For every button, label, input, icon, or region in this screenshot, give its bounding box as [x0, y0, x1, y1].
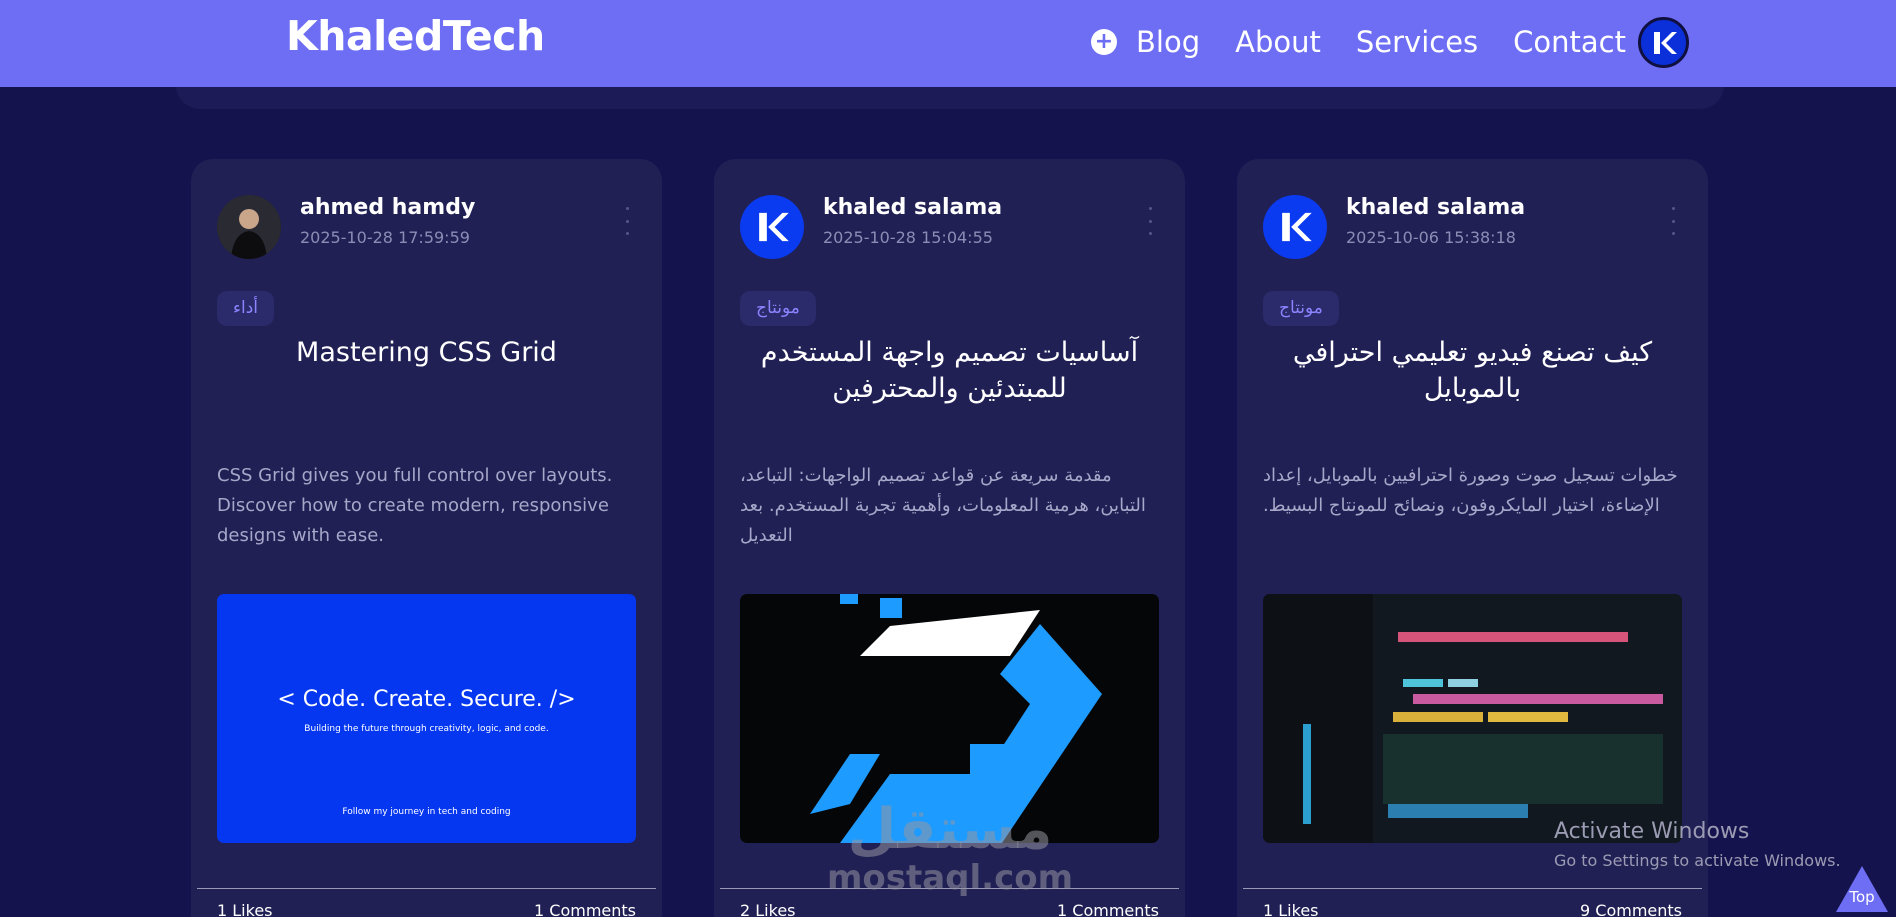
likes-count[interactable]: 2 Likes: [740, 901, 796, 917]
comments-count[interactable]: 1 Comments: [534, 901, 636, 917]
more-options-icon[interactable]: [1668, 207, 1678, 235]
k-logo-icon: [1653, 31, 1677, 54]
author-name[interactable]: khaled salama: [1346, 195, 1525, 220]
thumbnail-headline: < Code. Create. Secure. />: [277, 687, 576, 712]
watermark-arabic: مستقل: [847, 797, 1053, 862]
thumbnail-subline: Building the future through creativity, …: [304, 724, 549, 734]
scroll-top-label: Top: [1849, 888, 1875, 906]
mostaql-watermark: مستقل mostaql.com: [820, 797, 1080, 898]
likes-count[interactable]: 1 Likes: [1263, 901, 1319, 917]
post-card[interactable]: ahmed hamdy 2025-10-28 17:59:59 أداء Mas…: [191, 159, 662, 917]
post-thumbnail[interactable]: [1263, 594, 1682, 843]
card-divider: [1243, 888, 1702, 889]
comments-count[interactable]: 1 Comments: [1057, 901, 1159, 917]
post-date: 2025-10-28 15:04:55: [823, 228, 993, 247]
more-options-icon[interactable]: [622, 207, 632, 235]
likes-count[interactable]: 1 Likes: [217, 901, 273, 917]
person-photo-icon: [217, 195, 281, 259]
post-excerpt: CSS Grid gives you full control over lay…: [217, 465, 613, 546]
post-date: 2025-10-28 17:59:59: [300, 228, 470, 247]
post-thumbnail[interactable]: < Code. Create. Secure. /> Building the …: [217, 594, 636, 843]
author-name[interactable]: ahmed hamdy: [300, 195, 475, 220]
nav-links: + Blog About Services Contact: [1091, 22, 1661, 62]
scroll-top-button[interactable]: Top: [1836, 866, 1888, 912]
thumbnail-footer: Follow my journey in tech and coding: [342, 807, 511, 817]
post-title[interactable]: Mastering CSS Grid: [231, 335, 622, 371]
nav-about[interactable]: About: [1235, 25, 1321, 59]
watermark-latin: mostaql.com: [826, 858, 1074, 898]
add-post-icon[interactable]: +: [1091, 29, 1117, 55]
category-tag[interactable]: أداء: [217, 291, 275, 326]
post-card[interactable]: khaled salama 2025-10-06 15:38:18 مونتاج…: [1237, 159, 1708, 917]
k-logo-icon: [1282, 212, 1312, 242]
site-logo[interactable]: KhaledTech: [286, 12, 545, 60]
author-avatar[interactable]: [740, 195, 804, 259]
video-editor-image: [1263, 594, 1682, 843]
k-logo-icon: [759, 212, 789, 242]
post-excerpt: مقدمة سريعة عن قواعد تصميم الواجهات: الت…: [740, 465, 1146, 546]
card-divider: [197, 888, 656, 889]
category-tag[interactable]: مونتاج: [740, 291, 816, 326]
user-avatar[interactable]: [1638, 17, 1689, 68]
navbar: KhaledTech + Blog About Services Contact: [0, 0, 1896, 87]
activate-windows-subtitle: Go to Settings to activate Windows.: [1554, 851, 1841, 870]
comments-count[interactable]: 9 Comments: [1580, 901, 1682, 917]
post-title[interactable]: آساسيات تصميم واجهة المستخدم للمبتدئين و…: [754, 335, 1145, 407]
author-avatar[interactable]: [1263, 195, 1327, 259]
nav-contact[interactable]: Contact: [1513, 25, 1626, 59]
more-options-icon[interactable]: [1145, 207, 1155, 235]
post-date: 2025-10-06 15:38:18: [1346, 228, 1516, 247]
post-excerpt: خطوات تسجيل صوت وصورة احترافيين بالموباي…: [1263, 465, 1678, 516]
nav-services[interactable]: Services: [1356, 25, 1478, 59]
activate-windows-title: Activate Windows: [1554, 819, 1750, 844]
author-name[interactable]: khaled salama: [823, 195, 1002, 220]
author-avatar[interactable]: [217, 195, 281, 259]
post-title[interactable]: كيف تصنع فيديو تعليمي احترافي بالموبايل: [1277, 335, 1668, 407]
nav-blog[interactable]: Blog: [1136, 25, 1200, 59]
category-tag[interactable]: مونتاج: [1263, 291, 1339, 326]
